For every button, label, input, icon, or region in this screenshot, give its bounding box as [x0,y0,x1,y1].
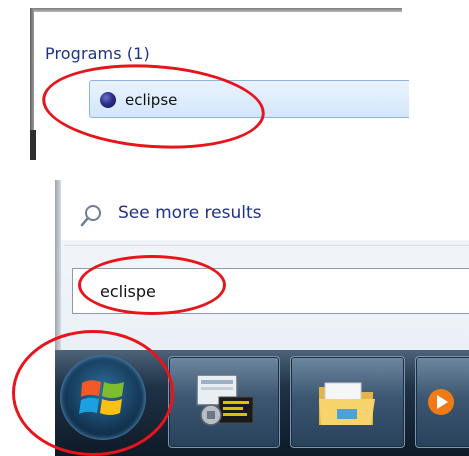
taskbar-app-explorer[interactable] [290,356,405,448]
annotation-circle-search [78,255,226,315]
magnifier-icon [80,205,101,227]
divider [64,245,469,246]
see-more-results-label: See more results [118,203,262,223]
security-app-icon [196,374,254,426]
taskbar-app-security[interactable] [168,356,280,448]
taskbar-app-media-player[interactable] [415,356,469,448]
folder-icon [319,382,375,425]
panel-border-left [55,180,61,350]
panel-border-left-shadow [30,130,36,160]
annotation-circle-start [12,330,174,456]
media-player-icon [428,389,454,415]
programs-heading: Programs (1) [45,44,150,63]
panel-gap [0,160,469,180]
panel-border-top [30,8,402,12]
